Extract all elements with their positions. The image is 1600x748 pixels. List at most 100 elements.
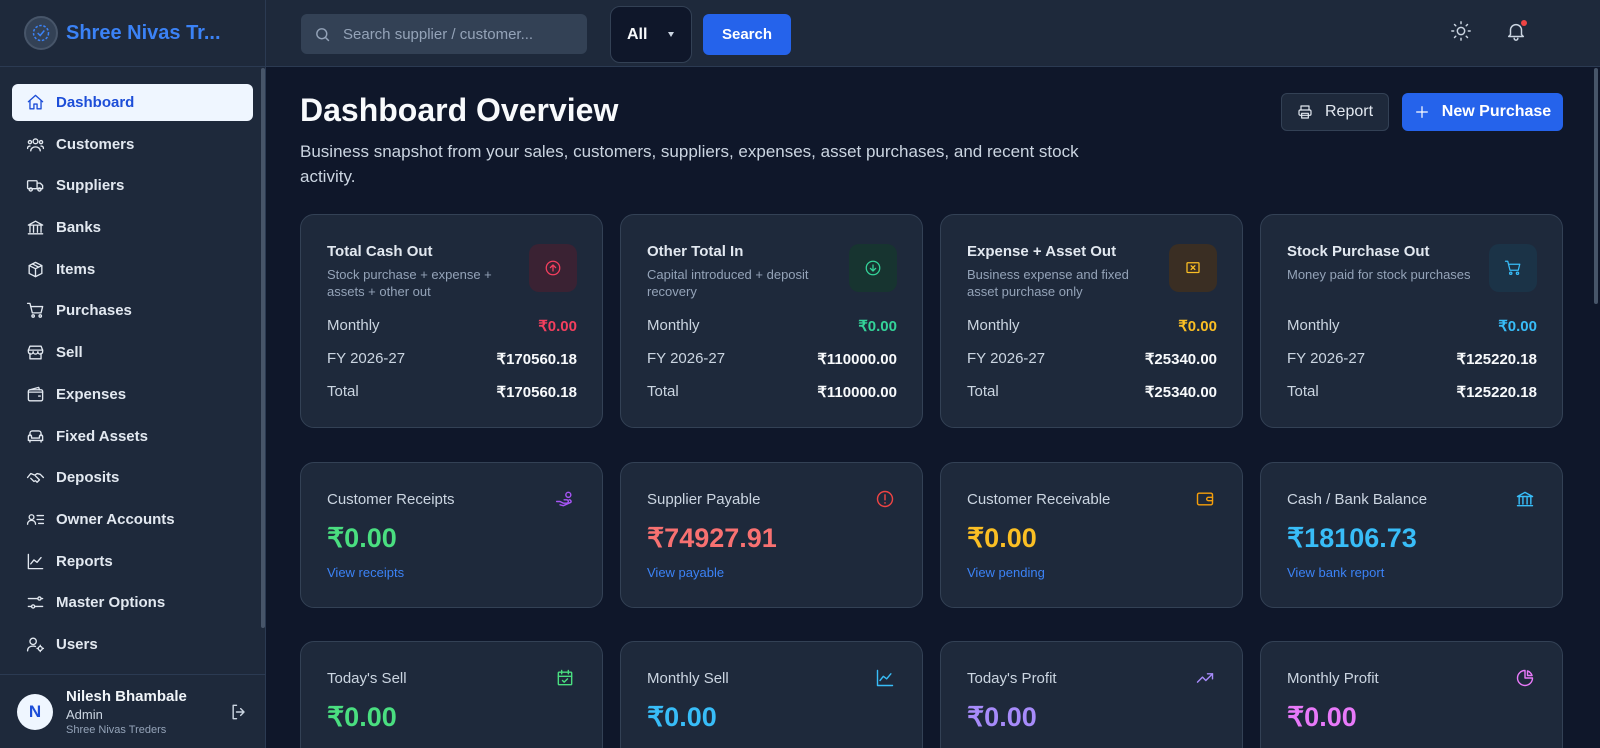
hand-coin-icon (555, 489, 577, 511)
user-company: Shree Nivas Treders (66, 723, 167, 736)
wallet-icon (1195, 489, 1217, 511)
stat-value: ₹0.00 (327, 702, 397, 732)
store-icon (25, 343, 45, 363)
sidebar-item-label: Banks (56, 219, 102, 237)
chevron-down-icon (668, 32, 674, 37)
sidebar-item-label: Items (56, 260, 96, 278)
row-label: Monthly (967, 317, 1020, 334)
monthly-value: ₹0.00 (538, 318, 577, 335)
sidebar-item-sell[interactable]: Sell (12, 334, 253, 371)
row-label: Monthly (327, 317, 380, 334)
sidebar-item-label: Fixed Assets (56, 427, 148, 445)
sidebar-item-reports[interactable]: Reports (12, 543, 253, 580)
report-button-label: Report (1324, 103, 1374, 120)
view-pending-link[interactable]: View pending (967, 565, 1045, 580)
trending-up-icon (1195, 668, 1217, 690)
row-label: Total (327, 383, 359, 400)
total-value: ₹25340.00 (1144, 384, 1217, 401)
user-profile[interactable]: N Nilesh Bhambale Admin Shree Nivas Tred… (0, 674, 265, 748)
printer-icon (1298, 105, 1312, 119)
sidebar-item-label: Sell (56, 344, 83, 362)
sidebar-item-label: Owner Accounts (56, 510, 175, 528)
sidebar-item-label: Purchases (56, 302, 132, 320)
stat-value: ₹0.00 (327, 523, 397, 553)
card-title: Total Cash Out (327, 243, 433, 260)
stat-value: ₹18106.73 (1287, 523, 1417, 553)
handshake-icon (25, 468, 45, 488)
brand-name: Shree Nivas Tr... (66, 21, 221, 44)
arrow-up-circle-icon (529, 244, 577, 292)
sidebar-item-deposits[interactable]: Deposits (12, 459, 253, 496)
total-row: Total ₹110000.00 (647, 383, 897, 401)
page-scrollbar[interactable] (1594, 68, 1598, 304)
sofa-icon (25, 426, 45, 446)
total-value: ₹125220.18 (1456, 384, 1537, 401)
fy-row: FY 2026-27 ₹110000.00 (647, 350, 897, 368)
view-payable-link[interactable]: View payable (647, 565, 724, 580)
row-label: FY 2026-27 (327, 350, 406, 367)
stat-value: ₹0.00 (967, 523, 1037, 553)
view-receipts-link[interactable]: View receipts (327, 565, 404, 580)
row-label: Total (647, 383, 679, 400)
row-label: Total (967, 383, 999, 400)
sidebar-item-fixed-assets[interactable]: Fixed Assets (12, 418, 253, 455)
sliders-icon (25, 593, 45, 613)
stat-value: ₹74927.91 (647, 523, 777, 553)
user-role: Admin (66, 706, 103, 722)
search-input[interactable] (343, 25, 573, 43)
sidebar-item-expenses[interactable]: Expenses (12, 376, 253, 413)
stat-card-todays-profit: Today's Profit ₹0.00 (940, 641, 1243, 748)
total-value: ₹110000.00 (817, 384, 897, 401)
topbar: All Search (266, 0, 1600, 67)
card-title: Other Total In (647, 243, 744, 260)
stat-card-customer-receipts: Customer Receipts ₹0.00 View receipts (300, 462, 603, 608)
brand[interactable]: Shree Nivas Tr... (0, 0, 265, 67)
sidebar-item-customers[interactable]: Customers (12, 126, 253, 163)
sidebar-item-label: Customers (56, 135, 135, 153)
stat-card-customer-receivable: Customer Receivable ₹0.00 View pending (940, 462, 1243, 608)
sidebar-item-label: Suppliers (56, 177, 125, 195)
sidebar-item-label: Reports (56, 552, 113, 570)
total-row: Total ₹125220.18 (1287, 383, 1537, 401)
sidebar-item-owner-accounts[interactable]: Owner Accounts (12, 501, 253, 538)
wallet-icon (25, 384, 45, 404)
card-title: Supplier Payable (647, 491, 761, 508)
sidebar-item-banks[interactable]: Banks (12, 209, 253, 246)
fy-row: FY 2026-27 ₹125220.18 (1287, 350, 1537, 368)
sidebar-item-label: Users (56, 635, 98, 653)
view-bank-report-link[interactable]: View bank report (1287, 565, 1384, 580)
sidebar-item-items[interactable]: Items (12, 251, 253, 288)
row-label: FY 2026-27 (967, 350, 1046, 367)
fy-value: ₹110000.00 (817, 351, 897, 368)
sidebar-item-dashboard[interactable]: Dashboard (12, 84, 253, 121)
row-label: Monthly (1287, 317, 1340, 334)
card-description: Business expense and fixed asset purchas… (967, 267, 1129, 299)
notification-bell-icon[interactable] (1505, 20, 1529, 44)
theme-toggle-sun-icon[interactable] (1450, 20, 1474, 44)
sidebar-item-label: Dashboard (56, 94, 135, 111)
logout-icon[interactable] (229, 702, 249, 722)
chart-icon (25, 551, 45, 571)
sidebar-item-users[interactable]: Users (12, 626, 253, 663)
user-gear-icon (25, 634, 45, 654)
sidebar-scrollbar[interactable] (261, 68, 265, 628)
page-title: Dashboard Overview (300, 92, 619, 128)
summary-card-other-total-in: Other Total In Capital introduced + depo… (620, 214, 923, 428)
card-title: Cash / Bank Balance (1287, 491, 1428, 508)
fy-value: ₹170560.18 (496, 351, 577, 368)
sidebar: Shree Nivas Tr... Dashboard Customers Su… (0, 0, 266, 748)
new-purchase-button[interactable]: New Purchase (1402, 93, 1563, 131)
stat-card-todays-sell: Today's Sell ₹0.00 (300, 641, 603, 748)
card-title: Customer Receipts (327, 491, 455, 508)
sidebar-item-suppliers[interactable]: Suppliers (12, 167, 253, 204)
sidebar-item-purchases[interactable]: Purchases (12, 292, 253, 329)
page-subtitle: Business snapshot from your sales, custo… (300, 142, 1079, 186)
monthly-value: ₹0.00 (858, 318, 897, 335)
search-button[interactable]: Search (703, 14, 791, 55)
sidebar-item-master-options[interactable]: Master Options (12, 584, 253, 621)
report-button[interactable]: Report (1281, 93, 1389, 131)
fy-value: ₹125220.18 (1456, 351, 1537, 368)
user-name: Nilesh Bhambale (66, 687, 187, 705)
monthly-value: ₹0.00 (1498, 318, 1537, 335)
filter-select[interactable]: All (610, 6, 692, 63)
